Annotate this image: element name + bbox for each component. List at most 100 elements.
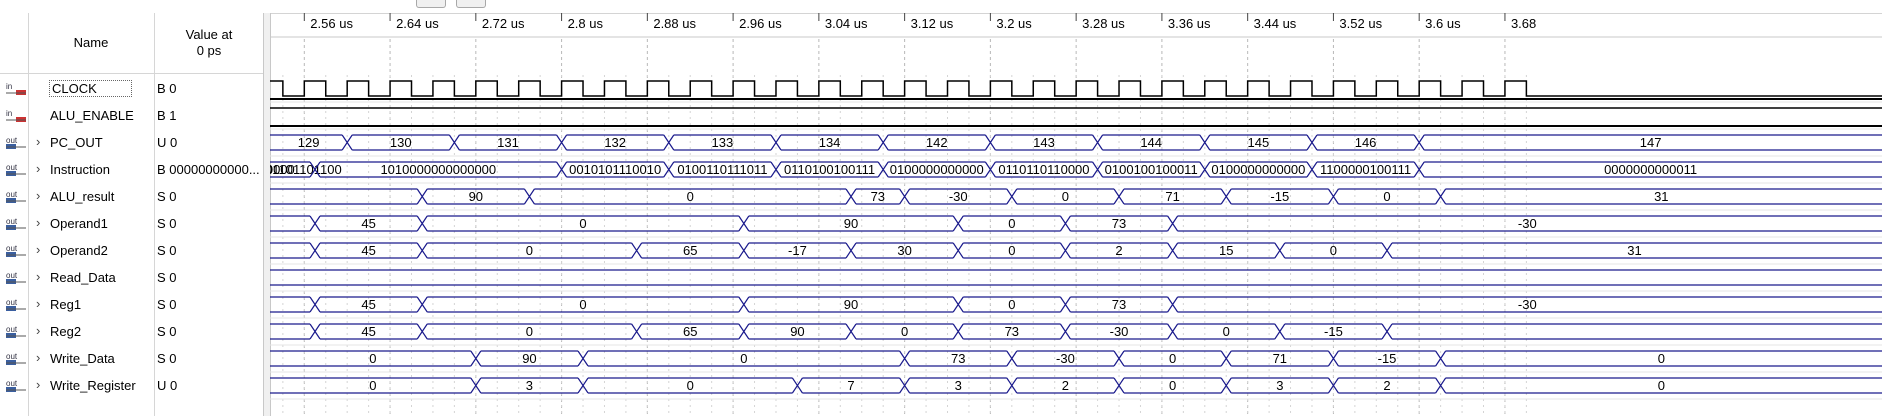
bus-value-label: 90 [469,189,483,204]
column-divider[interactable] [28,13,29,416]
input-port-icon: in [6,82,26,95]
bus-value-label: 0 [1658,378,1665,393]
svg-text:out: out [6,163,18,172]
bus-transition [952,242,964,259]
signal-row[interactable]: out › PC_OUT U 0 [0,129,263,156]
bus-segment [270,188,418,205]
chevron-right-icon[interactable]: › [36,134,40,149]
bus-transition [1113,377,1125,394]
signal-row[interactable]: out › Instruction B 00000000000... [0,156,263,183]
bus-transition [309,215,321,232]
bus-value-label: 2 [1115,243,1122,258]
chevron-right-icon[interactable]: › [36,269,40,284]
bus-transition [1327,377,1339,394]
bus-value-label: 2 [1062,378,1069,393]
bus-value-label: 0100110111011 [677,162,767,177]
signal-row[interactable]: in CLOCK B 0 [0,75,263,102]
bus-transition [1306,161,1318,178]
bus-value-label: 73 [951,351,965,366]
signal-name: Reg1 [50,297,82,312]
ruler-tick: 3.2 us [989,13,1032,31]
bus-transition [577,377,589,394]
waveform-view[interactable]: : us2.56 us2.64 us2.72 us2.8 us2.88 us2.… [270,13,1882,416]
signal-row[interactable]: out › ALU_result S 0 [0,183,263,210]
signal-row[interactable]: out › Operand1 S 0 [0,210,263,237]
ruler-tick-label: 3.52 us [1339,16,1382,31]
bus-transition [738,323,750,340]
bus-value-label: 0 [1169,351,1176,366]
chevron-right-icon[interactable]: › [36,188,40,203]
svg-text:out: out [6,379,18,388]
bus-transition [416,215,428,232]
output-port-icon: out [6,298,26,311]
output-port-icon: out [6,379,26,392]
ruler-tick-label: 2.96 us [739,16,782,31]
bus-value-label: 73 [871,189,885,204]
bus-transition [1059,296,1071,313]
bus-transition [738,242,750,259]
bus-value-label: 65 [683,243,697,258]
ruler-tick-label: 3.28 us [1082,16,1125,31]
bus-value-label: 0110110110000 [998,162,1089,177]
chevron-right-icon[interactable]: › [36,350,40,365]
bus-transition [416,188,428,205]
bus-value-label: -30 [1518,216,1537,231]
bus-value-label: 00001101101100 [270,162,342,177]
chevron-right-icon[interactable]: › [36,242,40,257]
bus-value-label: 90 [522,351,536,366]
chevron-right-icon[interactable]: › [36,161,40,176]
signal-row[interactable]: out › Operand2 S 0 [0,237,263,264]
signal-row[interactable]: out › Write_Register U 0 [0,372,263,399]
bus-value-label: 0110100100111 [784,162,875,177]
bus-transition [1059,242,1071,259]
bus-transition [1167,215,1179,232]
signal-value: U 0 [157,135,178,150]
chevron-right-icon[interactable]: › [36,323,40,338]
ruler-tick: 3.04 us [818,13,868,31]
signal-row[interactable]: out › Read_Data S 0 [0,264,263,291]
bus-segment [270,215,311,232]
signal-value: B 00000000000... [157,162,260,177]
signal-value: S 0 [157,297,177,312]
bus-value-label: 0 [526,243,533,258]
bus-value-label: -30 [1518,297,1537,312]
bus-transition [309,323,321,340]
bus-transition [984,161,996,178]
bus-transition [1435,377,1447,394]
value-column-header[interactable]: Value at 0 ps [155,13,263,73]
signal-row[interactable]: out › Reg2 S 0 [0,318,263,345]
chevron-right-icon[interactable]: › [36,377,40,392]
signal-name: Instruction [50,162,110,177]
column-header: Name Value at 0 ps [0,13,263,74]
column-divider[interactable] [154,13,155,416]
bus-value-label: 73 [1005,324,1019,339]
bus-value-label: 143 [1033,135,1055,150]
bus-transition [1059,215,1071,232]
bus-value-label: 130 [390,135,412,150]
bus-value-label: 145 [1248,135,1270,150]
output-port-icon: out [6,163,26,176]
signal-row[interactable]: in ALU_ENABLE B 1 [0,102,263,129]
signal-row[interactable]: out › Reg1 S 0 [0,291,263,318]
output-port-icon: out [6,271,26,284]
chevron-right-icon[interactable]: › [36,215,40,230]
bus-value-label: 0 [579,297,586,312]
toolbar-button[interactable] [416,0,446,8]
bus-value-label: 0 [1008,243,1015,258]
signal-row[interactable]: out › Write_Data S 0 [0,345,263,372]
bus-transition [1274,242,1286,259]
bus-value-label: 2 [1383,378,1390,393]
ruler-tick: 3.52 us [1332,13,1383,31]
chevron-right-icon[interactable]: › [36,296,40,311]
name-column-header[interactable]: Name [28,13,154,73]
bus-value-label: -15 [1378,351,1397,366]
bus-value-label: 146 [1355,135,1377,150]
bus-transition [1381,242,1393,259]
ruler-tick-label: 3.12 us [911,16,954,31]
toolbar-button[interactable] [456,0,486,8]
bus-value-label: 0 [1223,324,1230,339]
bus-value-label: 0100000000000 [1211,162,1305,177]
bus-value-label: 131 [497,135,519,150]
bus-transition [1381,323,1393,340]
ruler-tick: 3.28 us [1075,13,1125,31]
